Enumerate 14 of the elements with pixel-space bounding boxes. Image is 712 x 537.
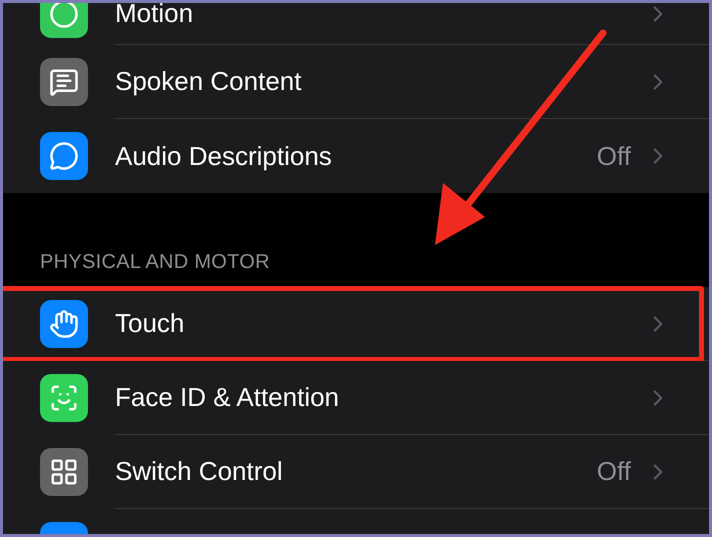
settings-row[interactable]: Motion bbox=[3, 3, 709, 45]
row-label: Audio Descriptions bbox=[115, 140, 333, 172]
row-label: Spoken Content bbox=[115, 66, 302, 97]
row-label: Switch Control bbox=[115, 456, 284, 487]
settings-row[interactable]: Touch bbox=[3, 287, 709, 361]
row-label: Face ID & Attention bbox=[115, 382, 340, 413]
settings-row[interactable]: Spoken Content bbox=[3, 45, 709, 119]
settings-row[interactable]: Switch Control Off bbox=[3, 435, 709, 509]
row-label: Touch bbox=[115, 308, 186, 339]
row-value: Off bbox=[596, 456, 631, 487]
settings-row[interactable]: Audio Descriptions Off bbox=[3, 119, 709, 193]
settings-row[interactable]: Face ID & Attention bbox=[3, 361, 709, 435]
row-value: Off bbox=[596, 140, 631, 172]
row-label: Motion bbox=[115, 3, 194, 29]
